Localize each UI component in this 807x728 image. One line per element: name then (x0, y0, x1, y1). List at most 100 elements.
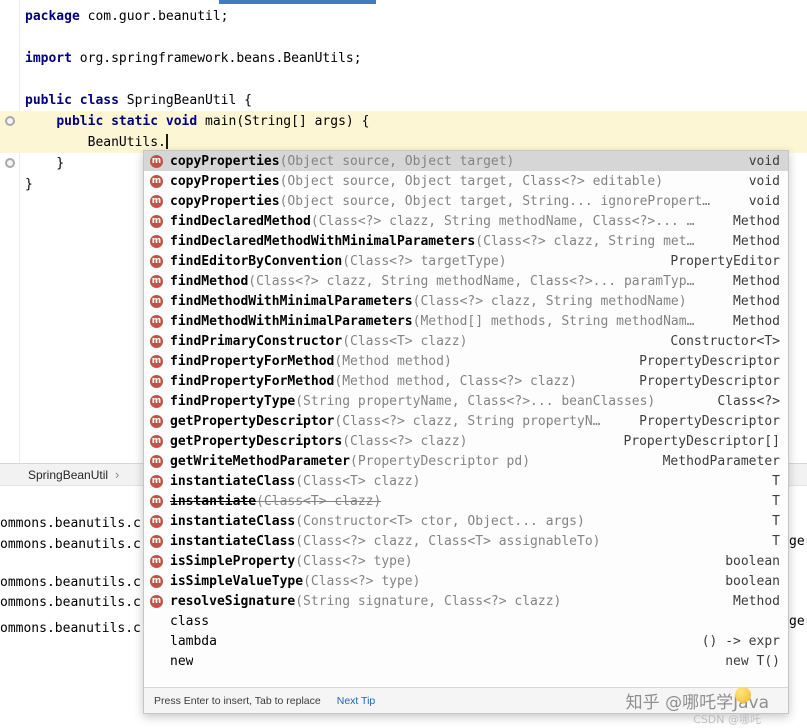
completion-item[interactable]: mfindEditorByConvention(Class<?> targetT… (144, 251, 788, 271)
completion-item[interactable]: mfindPrimaryConstructor(Class<T> clazz)C… (144, 331, 788, 351)
completion-item[interactable]: m resolveSignature(String signature, Clas… (144, 591, 788, 611)
item-return-type: T (760, 534, 780, 549)
console-text-fragment: ger (789, 534, 807, 549)
code-text: } (25, 177, 33, 192)
item-return-type: PropertyDescriptor (627, 414, 780, 429)
code-line[interactable]: import org.springframework.beans.BeanUti… (0, 48, 807, 69)
method-icon: m (150, 535, 163, 548)
item-params: (Class<?> clazz, Class<T> assignableTo) (295, 534, 600, 549)
item-return-type: new T() (713, 654, 780, 669)
completion-item[interactable]: mcopyProperties(Object source, Object ta… (144, 191, 788, 211)
item-return-type: () -> expr (690, 634, 780, 649)
completion-item[interactable]: mgetPropertyDescriptors(Class<?> clazz)P… (144, 431, 788, 451)
completion-popup: m copyProperties(Object source, Object ta… (143, 150, 789, 714)
code-text: SpringBeanUtil { (119, 93, 252, 108)
item-signature: findDeclaredMethod(Class<?> clazz, Strin… (170, 214, 694, 229)
item-name: getPropertyDescriptor (170, 414, 334, 429)
item-signature: resolveSignature(String signature, Class… (170, 594, 561, 609)
method-icon: m (150, 395, 163, 408)
item-signature: class (170, 614, 209, 629)
item-params: (Method[] methods, String methodNam… (413, 314, 695, 329)
item-name: new (170, 654, 193, 669)
item-name: lambda (170, 634, 217, 649)
completion-item[interactable]: misSimpleProperty(Class<?> type)boolean (144, 551, 788, 571)
completion-item[interactable]: minstantiateClass(Constructor<T> ctor, O… (144, 511, 788, 531)
code-keyword: package (25, 9, 80, 24)
next-tip-link[interactable]: Next Tip (337, 695, 376, 707)
item-signature: isSimpleProperty(Class<?> type) (170, 554, 413, 569)
console-text-fragment: ommons.beanutils.c (0, 537, 141, 552)
completion-item[interactable]: mfindDeclaredMethodWithMinimalParameters… (144, 231, 788, 251)
completion-item[interactable]: minstantiateClass(Class<T> clazz)T (144, 471, 788, 491)
completion-item[interactable]: class (144, 611, 788, 631)
code-line[interactable]: public static void main(String[] args) { (0, 111, 807, 132)
ide-window: package com.guor.beanutil; import org.spr… (0, 0, 807, 728)
code-line[interactable]: package com.guor.beanutil; (0, 6, 807, 27)
breadcrumb-item-class[interactable]: SpringBeanUtil (28, 468, 108, 482)
item-name: findPropertyType (170, 394, 295, 409)
completion-item[interactable]: minstantiate(Class<T> clazz)T (144, 491, 788, 511)
completion-item[interactable]: mfindPropertyForMethod(Method method)Pro… (144, 351, 788, 371)
gutter-marker-icon[interactable] (5, 116, 15, 126)
item-name: class (170, 614, 209, 629)
method-icon: m (150, 595, 163, 608)
item-name: findMethod (170, 274, 248, 289)
item-name: findPrimaryConstructor (170, 334, 342, 349)
completion-item[interactable]: mfindMethod(Class<?> clazz, String metho… (144, 271, 788, 291)
code-line[interactable] (0, 27, 807, 48)
code-line[interactable]: public class SpringBeanUtil { (0, 90, 807, 111)
code-keyword: import (25, 51, 72, 66)
item-return-type: void (737, 194, 780, 209)
item-name: copyProperties (170, 154, 280, 169)
item-return-type: Method (721, 594, 780, 609)
gutter-marker-icon[interactable] (5, 158, 15, 168)
item-signature: instantiate(Class<T> clazz) (170, 494, 381, 509)
completion-item[interactable]: new new T() (144, 651, 788, 671)
code-line[interactable] (0, 69, 807, 90)
completion-item[interactable]: mfindMethodWithMinimalParameters(Method[… (144, 311, 788, 331)
method-icon: m (150, 415, 163, 428)
item-signature: new (170, 654, 193, 669)
item-return-type: void (737, 154, 780, 169)
completion-item[interactable]: misSimpleValueType(Class<?> type)boolean (144, 571, 788, 591)
item-return-type: T (760, 494, 780, 509)
completion-item[interactable]: mfindPropertyForMethod(Method method, Cl… (144, 371, 788, 391)
item-params: (Class<?> clazz) (342, 434, 467, 449)
item-name: isSimpleProperty (170, 554, 295, 569)
no-icon (150, 615, 163, 628)
completion-item[interactable]: mgetWriteMethodParameter(PropertyDescrip… (144, 451, 788, 471)
item-params: (Class<?> type) (295, 554, 412, 569)
completion-item[interactable]: m copyProperties(Object source, Object ta… (144, 151, 788, 171)
item-params: (Method method) (334, 354, 451, 369)
method-icon: m (150, 155, 163, 168)
item-params: (Class<?> clazz, String methodName) (413, 294, 687, 309)
item-name: findEditorByConvention (170, 254, 342, 269)
completion-item[interactable]: m instantiateClass(Class<?> clazz, Class<… (144, 531, 788, 551)
item-return-type: Method (721, 294, 780, 309)
item-signature: copyProperties(Object source, Object tar… (170, 194, 710, 209)
item-params: (Class<?> targetType) (342, 254, 506, 269)
completion-item[interactable]: mcopyProperties(Object source, Object ta… (144, 171, 788, 191)
completion-item[interactable]: m findDeclaredMethod(Class<?> clazz, Stri… (144, 211, 788, 231)
text-caret (166, 134, 168, 149)
item-params: (Class<T> clazz) (342, 334, 467, 349)
completion-item[interactable]: mfindMethodWithMinimalParameters(Class<?… (144, 291, 788, 311)
method-icon: m (150, 315, 163, 328)
item-return-type: Method (721, 274, 780, 289)
completion-item[interactable]: m findPropertyType(String propertyName, C… (144, 391, 788, 411)
item-name: instantiateClass (170, 514, 295, 529)
method-icon: m (150, 275, 163, 288)
item-signature: lambda (170, 634, 217, 649)
code-text: main(String[] args) { (197, 114, 369, 129)
progress-bar (219, 0, 376, 4)
emoji-sticker-icon (735, 687, 751, 703)
method-icon: m (150, 555, 163, 568)
item-params: (Class<?> clazz, String propertyN… (334, 414, 600, 429)
completion-item[interactable]: lambda () -> expr (144, 631, 788, 651)
item-params: (Object source, Object target) (280, 154, 515, 169)
code-text: BeanUtils. (25, 135, 166, 150)
item-signature: instantiateClass(Class<?> clazz, Class<T… (170, 534, 600, 549)
item-params: (String propertyName, Class<?>... beanCl… (295, 394, 655, 409)
completion-item[interactable]: m getPropertyDescriptor(Class<?> clazz, S… (144, 411, 788, 431)
method-icon: m (150, 215, 163, 228)
